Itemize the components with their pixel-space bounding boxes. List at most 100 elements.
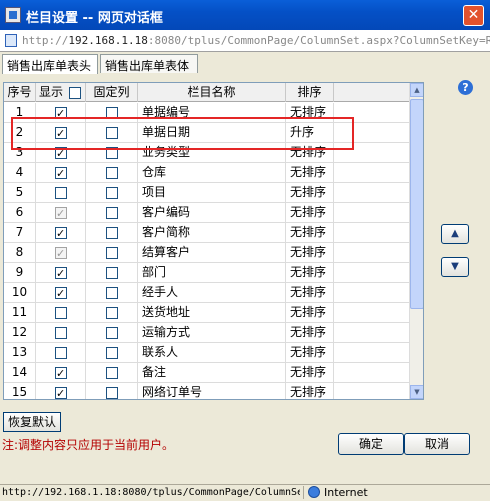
grid-vertical-scrollbar[interactable]: ▲ ▼ [409, 83, 423, 399]
row-number: 6 [4, 203, 36, 223]
show-all-checkbox[interactable] [69, 87, 81, 99]
tab-sales-outbound-header[interactable]: 销售出库单表头 [2, 54, 98, 74]
show-checkbox[interactable] [55, 347, 67, 359]
address-url: http://192.168.1.18:8080/tplus/CommonPag… [22, 34, 490, 47]
show-cell [36, 323, 86, 343]
fixed-cell [86, 283, 138, 303]
sort-cell[interactable]: 无排序 [286, 223, 334, 243]
tab-sales-outbound-body[interactable]: 销售出库单表体 [100, 54, 198, 73]
row-number: 13 [4, 343, 36, 363]
fixed-checkbox[interactable] [106, 347, 118, 359]
row-number: 14 [4, 363, 36, 383]
table-row[interactable]: 11 送货地址 无排序 [4, 303, 409, 323]
row-number: 11 [4, 303, 36, 323]
page-icon [5, 34, 17, 47]
fixed-checkbox[interactable] [106, 247, 118, 259]
show-checkbox[interactable] [55, 307, 67, 319]
table-row[interactable]: 5 项目 无排序 [4, 183, 409, 203]
sort-cell[interactable]: 无排序 [286, 343, 334, 363]
sort-cell[interactable]: 无排序 [286, 263, 334, 283]
highlight-box [11, 117, 354, 150]
table-row[interactable]: 8 结算客户无排序 [4, 243, 409, 263]
scroll-thumb[interactable] [410, 99, 423, 309]
fixed-checkbox[interactable] [106, 287, 118, 299]
show-checkbox[interactable] [55, 327, 67, 339]
fixed-checkbox[interactable] [106, 227, 118, 239]
show-cell [36, 223, 86, 243]
show-checkbox[interactable] [55, 384, 67, 399]
note-text: 注:调整内容只应用于当前用户。 [2, 438, 175, 452]
fixed-checkbox[interactable] [106, 187, 118, 199]
sort-cell[interactable]: 无排序 [286, 183, 334, 203]
show-checkbox [55, 204, 67, 223]
header-sort: 排序 [286, 83, 334, 102]
table-row[interactable]: 15 网络订单号无排序 [4, 383, 409, 399]
table-row[interactable]: 6 客户编码无排序 [4, 203, 409, 223]
table-row[interactable]: 4 仓库无排序 [4, 163, 409, 183]
cancel-button[interactable]: 取消 [404, 433, 470, 455]
show-checkbox[interactable] [55, 284, 67, 303]
column-name: 网络订单号 [138, 383, 286, 399]
header-no: 序号 [4, 83, 36, 102]
show-cell [36, 363, 86, 383]
globe-icon [308, 486, 320, 498]
column-name: 客户简称 [138, 223, 286, 243]
show-cell [36, 383, 86, 399]
column-name: 仓库 [138, 163, 286, 183]
table-row[interactable]: 14 备注无排序 [4, 363, 409, 383]
move-down-button[interactable]: ▼ [441, 257, 469, 277]
show-cell [36, 243, 86, 263]
fixed-checkbox[interactable] [106, 267, 118, 279]
row-number: 12 [4, 323, 36, 343]
table-row[interactable]: 10 经手人无排序 [4, 283, 409, 303]
title-bar: 栏目设置 -- 网页对话框 ✕ [0, 0, 490, 30]
sort-cell[interactable]: 无排序 [286, 323, 334, 343]
fixed-checkbox[interactable] [106, 387, 118, 399]
show-cell [36, 343, 86, 363]
fixed-checkbox[interactable] [106, 207, 118, 219]
fixed-cell [86, 343, 138, 363]
column-name: 经手人 [138, 283, 286, 303]
scroll-up-arrow[interactable]: ▲ [410, 83, 423, 97]
show-checkbox[interactable] [55, 364, 67, 383]
show-checkbox[interactable] [55, 264, 67, 283]
move-up-button[interactable]: ▲ [441, 224, 469, 244]
scroll-down-arrow[interactable]: ▼ [410, 385, 423, 399]
window-title: 栏目设置 -- 网页对话框 [26, 11, 163, 26]
sort-cell[interactable]: 无排序 [286, 163, 334, 183]
sort-cell[interactable]: 无排序 [286, 243, 334, 263]
fixed-checkbox[interactable] [106, 167, 118, 179]
row-number: 4 [4, 163, 36, 183]
show-checkbox[interactable] [55, 224, 67, 243]
row-number: 8 [4, 243, 36, 263]
fixed-checkbox[interactable] [106, 367, 118, 379]
sort-cell[interactable]: 无排序 [286, 363, 334, 383]
sort-cell[interactable]: 无排序 [286, 303, 334, 323]
restore-default-button[interactable]: 恢复默认 [3, 412, 61, 432]
row-number: 10 [4, 283, 36, 303]
table-row[interactable]: 9 部门无排序 [4, 263, 409, 283]
security-zone: Internet [303, 486, 368, 499]
fixed-cell [86, 323, 138, 343]
sort-cell[interactable]: 无排序 [286, 283, 334, 303]
column-name: 备注 [138, 363, 286, 383]
window-icon [5, 7, 21, 23]
sort-cell[interactable]: 无排序 [286, 383, 334, 399]
show-cell [36, 203, 86, 223]
sort-cell[interactable]: 无排序 [286, 203, 334, 223]
show-cell [36, 183, 86, 203]
show-cell [36, 263, 86, 283]
show-checkbox[interactable] [55, 164, 67, 183]
close-button[interactable]: ✕ [463, 5, 484, 26]
table-row[interactable]: 12 运输方式 无排序 [4, 323, 409, 343]
fixed-checkbox[interactable] [106, 327, 118, 339]
fixed-checkbox[interactable] [106, 307, 118, 319]
table-row[interactable]: 7 客户简称无排序 [4, 223, 409, 243]
help-icon[interactable]: ? [458, 80, 473, 95]
show-cell [36, 283, 86, 303]
ok-button[interactable]: 确定 [338, 433, 404, 455]
address-bar: http://192.168.1.18:8080/tplus/CommonPag… [0, 30, 490, 52]
column-name: 客户编码 [138, 203, 286, 223]
table-row[interactable]: 13 联系人 无排序 [4, 343, 409, 363]
show-checkbox[interactable] [55, 187, 67, 199]
